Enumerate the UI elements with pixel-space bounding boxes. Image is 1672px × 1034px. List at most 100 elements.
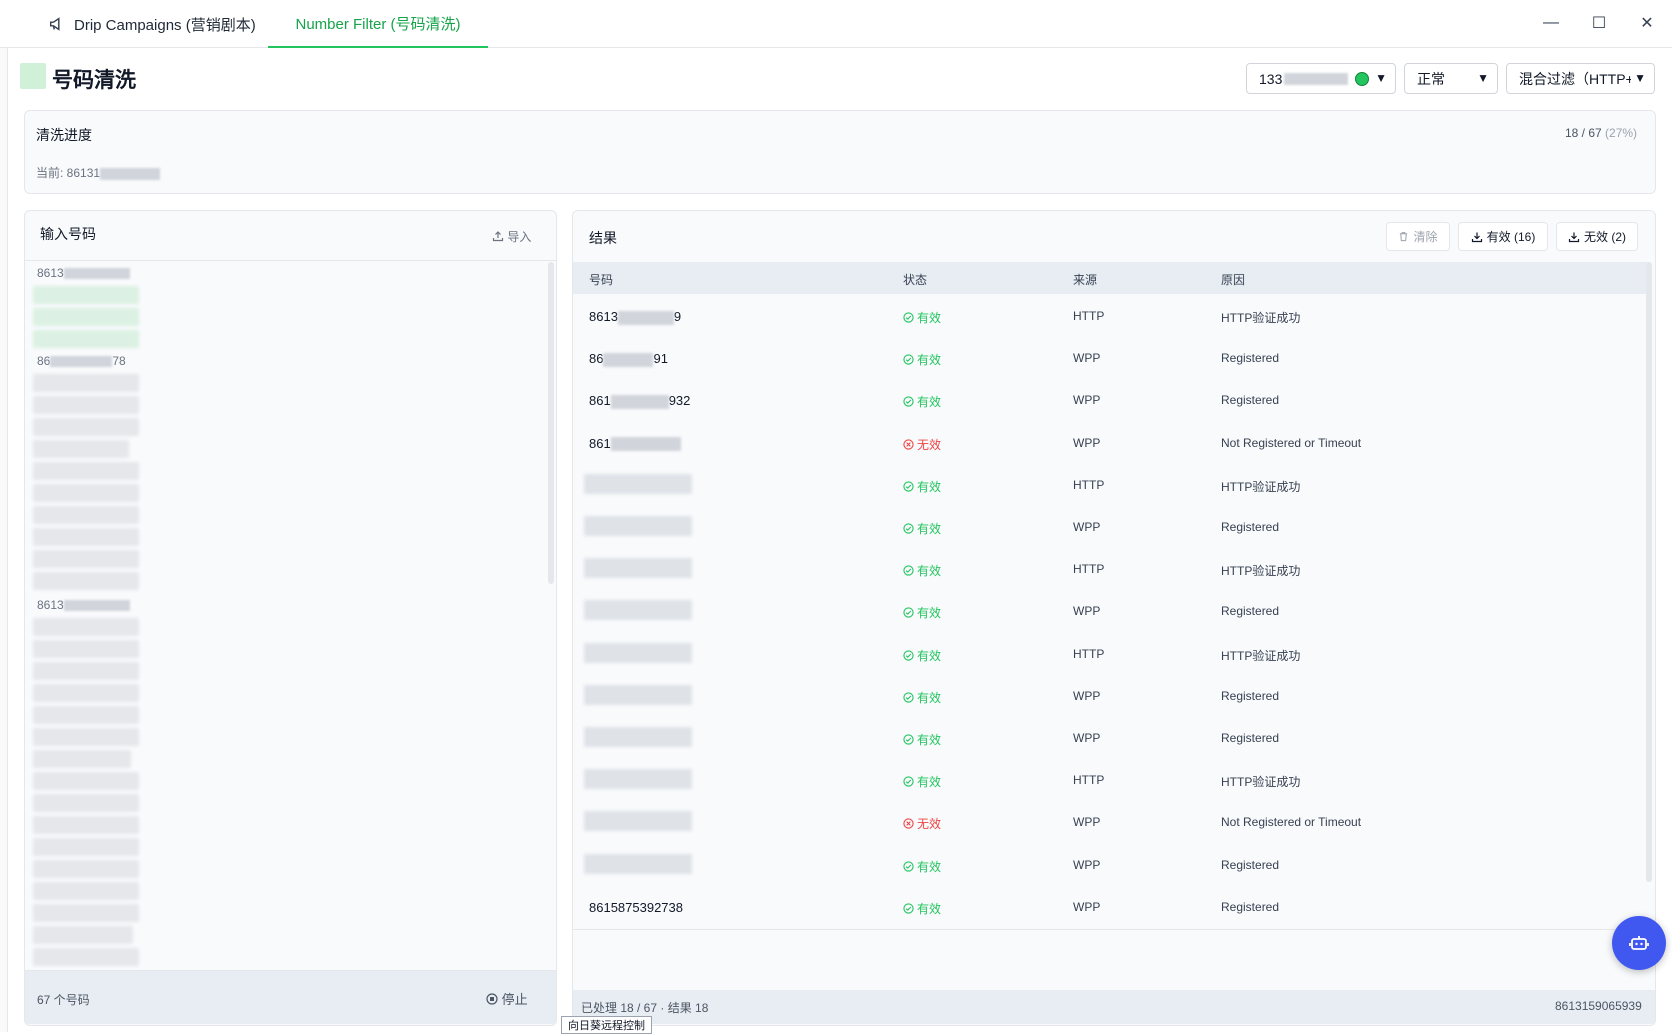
redacted-line (33, 728, 139, 746)
input-panel-header (25, 211, 556, 261)
redacted-text (100, 167, 161, 180)
current-processing-number: 8613159065939 (1555, 999, 1642, 1013)
cell-source: WPP (1073, 604, 1101, 619)
import-button[interactable]: 导入 (492, 228, 531, 245)
column-header-source: 来源 (1073, 273, 1098, 287)
clear-results-button[interactable]: 清除 (1386, 222, 1450, 251)
results-footer (573, 990, 1655, 1024)
redacted-line (33, 308, 139, 326)
redacted-line (33, 772, 139, 790)
cell-reason: Registered (1221, 604, 1280, 619)
stop-label: 停止 (501, 992, 528, 1007)
check-circle-icon (903, 353, 914, 367)
redacted-line (33, 706, 139, 724)
redacted-line (33, 396, 139, 414)
redacted-text (584, 853, 692, 874)
export-invalid-button[interactable]: 无效 (2) (1556, 222, 1638, 251)
redacted-text (584, 811, 692, 832)
stop-button[interactable]: 停止 (486, 989, 528, 1008)
redacted-line (33, 904, 139, 922)
table-row: 有效 HTTP HTTP验证成功 (573, 631, 1647, 677)
number-text: 78 (112, 354, 126, 368)
page-title: 号码清洗 (52, 69, 136, 92)
cell-source: WPP (1073, 688, 1101, 703)
cell-reason: HTTP验证成功 (1221, 775, 1301, 790)
status-badge-valid: 有效 (903, 309, 941, 326)
table-row: 8613 9 有效 HTTP HTTP验证成功 (573, 294, 1647, 339)
account-select[interactable]: 133 ▼ (1246, 63, 1396, 94)
cell-number: 861 (589, 436, 681, 452)
table-row: 有效 WPP Registered (573, 589, 1647, 635)
current-label: 当前: 86131 (36, 166, 101, 180)
status-text: 有效 (917, 522, 942, 536)
status-badge-valid: 有效 (903, 604, 941, 621)
number-line: 8613 (37, 598, 130, 612)
input-scrollbar[interactable] (548, 262, 554, 584)
redacted-line (33, 572, 139, 590)
assistant-fab-button[interactable] (1612, 916, 1666, 970)
number-prefix: 861 (589, 393, 611, 409)
filter-select[interactable]: 混合过滤（HTTP+ ▼ (1506, 63, 1655, 94)
redacted-text (584, 642, 692, 663)
status-badge-invalid: 无效 (903, 436, 941, 453)
cell-source: WPP (1073, 731, 1101, 745)
cell-source: WPP (1073, 815, 1101, 830)
redacted-line (33, 550, 139, 568)
cell-reason: Registered (1221, 857, 1280, 872)
redacted-text (603, 352, 654, 367)
cell-number: 86 91 (589, 351, 668, 367)
status-text: 有效 (917, 775, 942, 790)
table-row: 861 无效 WPP Not Registered or Timeout (573, 420, 1647, 466)
mode-select[interactable]: 正常 ▼ (1404, 63, 1498, 94)
status-text: 有效 (917, 479, 942, 494)
redacted-line (33, 816, 139, 834)
table-row: 有效 HTTP HTTP验证成功 (573, 462, 1647, 508)
cell-source: HTTP (1073, 309, 1105, 323)
cell-reason: Registered (1221, 393, 1280, 408)
processed-summary: 已处理 18 / 67 · 结果 18 (581, 1001, 709, 1015)
check-circle-icon (903, 606, 914, 620)
check-circle-icon (903, 395, 914, 409)
cell-source: WPP (1073, 351, 1101, 366)
cell-source: HTTP (1073, 773, 1105, 788)
title-bar: Drip Campaigns (营销剧本) Number Filter (号码清… (0, 0, 1672, 48)
results-scrollbar[interactable] (1646, 262, 1652, 882)
table-row: 有效 WPP Registered (573, 673, 1647, 719)
number-text: 86 (37, 354, 51, 368)
input-panel-footer (25, 970, 556, 1024)
status-text: 有效 (917, 311, 942, 325)
number-count: 67 个号码 (37, 993, 90, 1007)
cell-reason: Registered (1221, 351, 1280, 366)
tab-drip-campaigns[interactable]: Drip Campaigns (营销剧本) (40, 0, 270, 48)
number-prefix: 861 (589, 435, 611, 451)
table-row: 861 932 有效 WPP Registered (573, 378, 1647, 424)
download-icon (1471, 232, 1482, 242)
status-text: 有效 (917, 859, 942, 874)
progress-percent: (27%) (1605, 126, 1638, 140)
redacted-line (33, 528, 139, 546)
export-valid-button[interactable]: 有效 (16) (1458, 222, 1548, 251)
check-circle-icon (903, 480, 914, 494)
close-button[interactable]: ✕ (1624, 6, 1670, 40)
cell-source: HTTP (1073, 646, 1105, 661)
redacted-text (584, 769, 692, 790)
results-title: 结果 (589, 230, 617, 246)
cell-number: 861 932 (589, 393, 690, 409)
number-suffix: 9 (673, 309, 682, 324)
redacted-line (33, 662, 139, 680)
tab-number-filter[interactable]: Number Filter (号码清洗) (268, 0, 488, 48)
status-badge-valid: 有效 (903, 731, 941, 748)
minimize-button[interactable]: — (1528, 6, 1574, 40)
cell-reason: HTTP验证成功 (1221, 311, 1301, 325)
table-row: 86 91 有效 WPP Registered (573, 336, 1647, 382)
status-badge-valid: 有效 (903, 900, 941, 917)
maximize-button[interactable]: ☐ (1576, 6, 1622, 40)
number-text: 8613 (37, 266, 64, 280)
cell-number: 8613 9 (589, 309, 681, 325)
number-suffix: 91 (653, 351, 668, 367)
chevron-down-icon: ▼ (1634, 71, 1646, 85)
status-badge-valid: 有效 (903, 520, 941, 537)
progress-count: 18 / 67 (27%) (1565, 126, 1637, 140)
results-table: 号码 状态 来源 原因 8613 9 有效 HTTP HTTP验证成功 86 91 有效 WPP… (573, 262, 1647, 990)
number-suffix: 932 (668, 393, 691, 409)
